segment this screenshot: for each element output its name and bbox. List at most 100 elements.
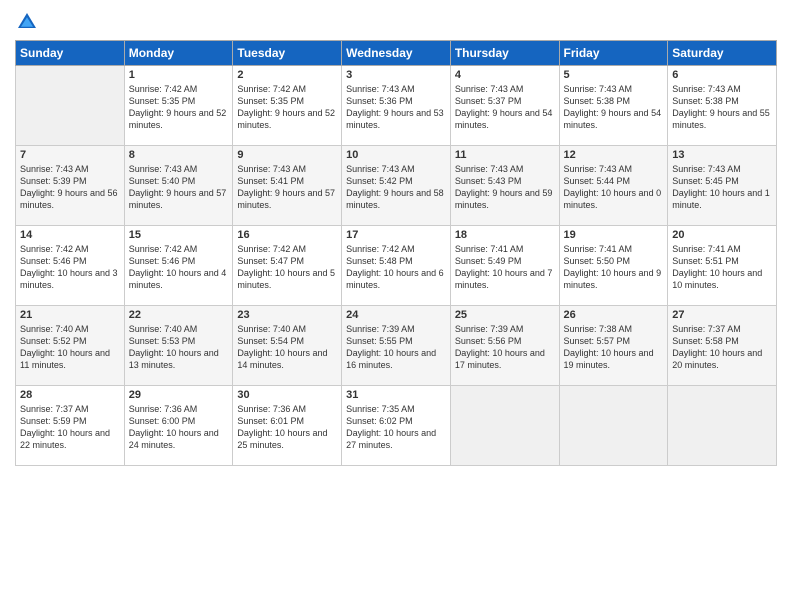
calendar-cell: 17 Sunrise: 7:42 AMSunset: 5:48 PMDayligh… (342, 226, 451, 306)
day-info: Sunrise: 7:39 AMSunset: 5:56 PMDaylight:… (455, 323, 555, 372)
calendar-cell (450, 386, 559, 466)
day-number: 2 (237, 69, 337, 81)
day-number: 4 (455, 69, 555, 81)
day-info: Sunrise: 7:35 AMSunset: 6:02 PMDaylight:… (346, 403, 446, 452)
day-number: 12 (564, 149, 664, 161)
calendar-cell: 25Sunrise: 7:39 AMSunset: 5:56 PMDayligh… (450, 306, 559, 386)
calendar-cell: 4 Sunrise: 7:43 AMSunset: 5:37 PMDaylight… (450, 66, 559, 146)
day-number: 21 (20, 309, 120, 321)
day-number: 26 (564, 309, 664, 321)
calendar-cell: 8 Sunrise: 7:43 AMSunset: 5:40 PMDaylight… (124, 146, 233, 226)
day-info: Sunrise: 7:43 AMSunset: 5:39 PMDaylight:… (20, 163, 120, 212)
day-info: Sunrise: 7:40 AMSunset: 5:52 PMDaylight:… (20, 323, 120, 372)
day-header-monday: Monday (124, 41, 233, 66)
calendar-cell: 3 Sunrise: 7:43 AMSunset: 5:36 PMDaylight… (342, 66, 451, 146)
day-number: 24 (346, 309, 446, 321)
day-number: 15 (129, 229, 229, 241)
calendar-cell: 13 Sunrise: 7:43 AMSunset: 5:45 PMDayligh… (668, 146, 777, 226)
day-number: 11 (455, 149, 555, 161)
calendar-cell: 23 Sunrise: 7:40 AMSunset: 5:54 PMDayligh… (233, 306, 342, 386)
calendar-cell: 28 Sunrise: 7:37 AMSunset: 5:59 PMDayligh… (16, 386, 125, 466)
day-info: Sunrise: 7:36 AMSunset: 6:00 PMDaylight:… (129, 403, 229, 452)
calendar-cell: 12 Sunrise: 7:43 AMSunset: 5:44 PMDayligh… (559, 146, 668, 226)
day-info: Sunrise: 7:38 AMSunset: 5:57 PMDaylight:… (564, 323, 664, 372)
calendar-cell: 7 Sunrise: 7:43 AMSunset: 5:39 PMDaylight… (16, 146, 125, 226)
day-header-friday: Friday (559, 41, 668, 66)
day-info: Sunrise: 7:43 AMSunset: 5:44 PMDaylight:… (564, 163, 664, 212)
day-number: 18 (455, 229, 555, 241)
day-info: Sunrise: 7:43 AMSunset: 5:37 PMDaylight:… (455, 83, 555, 132)
day-number: 6 (672, 69, 772, 81)
logo (15, 10, 43, 34)
day-header-thursday: Thursday (450, 41, 559, 66)
day-info: Sunrise: 7:42 AMSunset: 5:46 PMDaylight:… (20, 243, 120, 292)
day-number: 23 (237, 309, 337, 321)
calendar-cell: 30Sunrise: 7:36 AMSunset: 6:01 PMDayligh… (233, 386, 342, 466)
calendar-cell: 14Sunrise: 7:42 AMSunset: 5:46 PMDayligh… (16, 226, 125, 306)
day-header-sunday: Sunday (16, 41, 125, 66)
calendar-cell: 22 Sunrise: 7:40 AMSunset: 5:53 PMDayligh… (124, 306, 233, 386)
day-info: Sunrise: 7:40 AMSunset: 5:54 PMDaylight:… (237, 323, 337, 372)
calendar-cell: 10Sunrise: 7:43 AMSunset: 5:42 PMDayligh… (342, 146, 451, 226)
day-info: Sunrise: 7:41 AMSunset: 5:50 PMDaylight:… (564, 243, 664, 292)
calendar-cell: 27 Sunrise: 7:37 AMSunset: 5:58 PMDayligh… (668, 306, 777, 386)
day-info: Sunrise: 7:37 AMSunset: 5:59 PMDaylight:… (20, 403, 120, 452)
day-number: 29 (129, 389, 229, 401)
calendar-week-row: 28 Sunrise: 7:37 AMSunset: 5:59 PMDayligh… (16, 386, 777, 466)
day-number: 5 (564, 69, 664, 81)
calendar-cell: 15 Sunrise: 7:42 AMSunset: 5:46 PMDayligh… (124, 226, 233, 306)
day-info: Sunrise: 7:40 AMSunset: 5:53 PMDaylight:… (129, 323, 229, 372)
calendar-table: SundayMondayTuesdayWednesdayThursdayFrid… (15, 40, 777, 466)
day-info: Sunrise: 7:42 AMSunset: 5:48 PMDaylight:… (346, 243, 446, 292)
calendar-week-row: 14Sunrise: 7:42 AMSunset: 5:46 PMDayligh… (16, 226, 777, 306)
day-info: Sunrise: 7:41 AMSunset: 5:51 PMDaylight:… (672, 243, 772, 292)
day-info: Sunrise: 7:43 AMSunset: 5:36 PMDaylight:… (346, 83, 446, 132)
day-info: Sunrise: 7:42 AMSunset: 5:46 PMDaylight:… (129, 243, 229, 292)
calendar-week-row: 1 Sunrise: 7:42 AMSunset: 5:35 PMDaylight… (16, 66, 777, 146)
calendar-cell: 16 Sunrise: 7:42 AMSunset: 5:47 PMDayligh… (233, 226, 342, 306)
logo-icon (15, 10, 39, 34)
day-info: Sunrise: 7:37 AMSunset: 5:58 PMDaylight:… (672, 323, 772, 372)
calendar-week-row: 7 Sunrise: 7:43 AMSunset: 5:39 PMDaylight… (16, 146, 777, 226)
calendar-cell (16, 66, 125, 146)
day-number: 16 (237, 229, 337, 241)
calendar-cell: 6Sunrise: 7:43 AMSunset: 5:38 PMDaylight… (668, 66, 777, 146)
calendar-cell: 31 Sunrise: 7:35 AMSunset: 6:02 PMDayligh… (342, 386, 451, 466)
day-info: Sunrise: 7:42 AMSunset: 5:47 PMDaylight:… (237, 243, 337, 292)
day-info: Sunrise: 7:43 AMSunset: 5:41 PMDaylight:… (237, 163, 337, 212)
day-number: 17 (346, 229, 446, 241)
day-number: 7 (20, 149, 120, 161)
day-info: Sunrise: 7:43 AMSunset: 5:38 PMDaylight:… (564, 83, 664, 132)
day-number: 27 (672, 309, 772, 321)
calendar-header-row: SundayMondayTuesdayWednesdayThursdayFrid… (16, 41, 777, 66)
calendar-cell: 11 Sunrise: 7:43 AMSunset: 5:43 PMDayligh… (450, 146, 559, 226)
calendar-cell: 24Sunrise: 7:39 AMSunset: 5:55 PMDayligh… (342, 306, 451, 386)
day-info: Sunrise: 7:43 AMSunset: 5:43 PMDaylight:… (455, 163, 555, 212)
day-number: 28 (20, 389, 120, 401)
calendar-cell: 19 Sunrise: 7:41 AMSunset: 5:50 PMDayligh… (559, 226, 668, 306)
calendar-cell: 29 Sunrise: 7:36 AMSunset: 6:00 PMDayligh… (124, 386, 233, 466)
day-number: 13 (672, 149, 772, 161)
day-number: 3 (346, 69, 446, 81)
calendar-cell: 9Sunrise: 7:43 AMSunset: 5:41 PMDaylight… (233, 146, 342, 226)
day-number: 20 (672, 229, 772, 241)
day-info: Sunrise: 7:43 AMSunset: 5:40 PMDaylight:… (129, 163, 229, 212)
calendar-cell: 26 Sunrise: 7:38 AMSunset: 5:57 PMDayligh… (559, 306, 668, 386)
day-number: 8 (129, 149, 229, 161)
day-number: 22 (129, 309, 229, 321)
calendar-cell (559, 386, 668, 466)
calendar-cell (668, 386, 777, 466)
calendar-cell: 2Sunrise: 7:42 AMSunset: 5:35 PMDaylight… (233, 66, 342, 146)
day-info: Sunrise: 7:42 AMSunset: 5:35 PMDaylight:… (129, 83, 229, 132)
calendar-cell: 20 Sunrise: 7:41 AMSunset: 5:51 PMDayligh… (668, 226, 777, 306)
day-info: Sunrise: 7:43 AMSunset: 5:45 PMDaylight:… (672, 163, 772, 212)
day-info: Sunrise: 7:43 AMSunset: 5:42 PMDaylight:… (346, 163, 446, 212)
calendar-week-row: 21 Sunrise: 7:40 AMSunset: 5:52 PMDayligh… (16, 306, 777, 386)
day-number: 1 (129, 69, 229, 81)
day-number: 30 (237, 389, 337, 401)
calendar-cell: 5 Sunrise: 7:43 AMSunset: 5:38 PMDaylight… (559, 66, 668, 146)
day-info: Sunrise: 7:41 AMSunset: 5:49 PMDaylight:… (455, 243, 555, 292)
day-number: 31 (346, 389, 446, 401)
page-container: SundayMondayTuesdayWednesdayThursdayFrid… (0, 0, 792, 476)
day-number: 19 (564, 229, 664, 241)
